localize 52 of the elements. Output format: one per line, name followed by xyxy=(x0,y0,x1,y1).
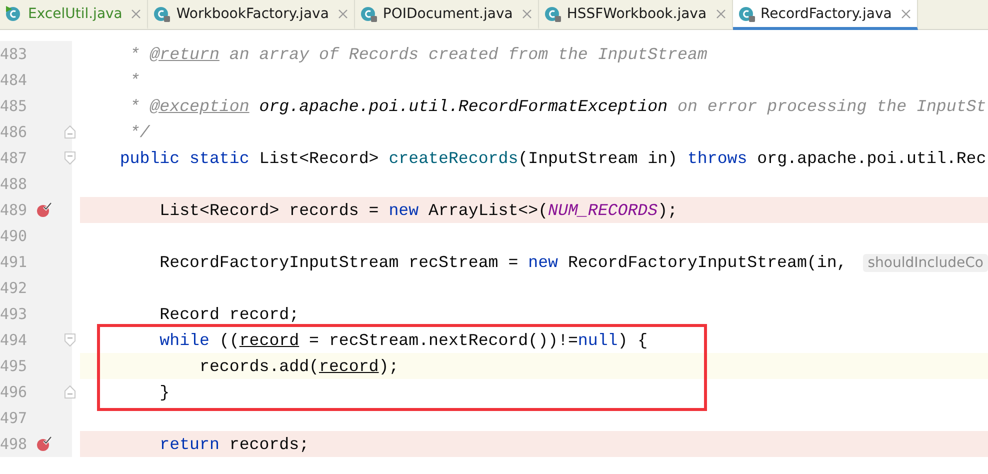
fold-icon[interactable] xyxy=(64,125,76,139)
file-tab[interactable]: POIDocument.java xyxy=(354,0,539,30)
line-number: 485 xyxy=(0,97,27,115)
fold-icon[interactable] xyxy=(64,385,76,399)
line-number: 487 xyxy=(0,149,27,167)
line-number: 497 xyxy=(0,409,27,427)
code-line: List<Record> records = new ArrayList<>(NUM_RECORDS); xyxy=(158,200,678,220)
line-number: 492 xyxy=(0,279,27,297)
code-text: RecordFactoryInputStream(in, xyxy=(566,252,848,272)
locked-class-icon xyxy=(360,4,378,22)
line-number: 498 xyxy=(0,435,27,453)
close-icon[interactable] xyxy=(900,8,911,18)
code-line: * @exception org.apache.poi.util.RecordFormatException on error processing the InputSt xyxy=(128,96,986,116)
code-line: records.add(record); xyxy=(198,356,399,376)
code-line: while ((record = recStream.nextRecord())!=null) { xyxy=(158,330,648,350)
code-line: } xyxy=(158,382,170,402)
close-icon[interactable] xyxy=(131,8,142,18)
line-number: 489 xyxy=(0,201,27,219)
close-icon[interactable] xyxy=(338,8,348,18)
line-number: 491 xyxy=(0,253,27,271)
breakpoint-icon[interactable] xyxy=(36,202,52,218)
code-text: new xyxy=(528,252,558,272)
line-number: 483 xyxy=(0,45,27,63)
line-number: 486 xyxy=(0,123,27,141)
locked-class-icon xyxy=(153,4,172,22)
locked-class-icon xyxy=(544,4,562,22)
line-number: 496 xyxy=(0,383,27,401)
code-line: public static List<Record> createRecords(InputStream in) throws org.apache.poi.util.Rec xyxy=(118,148,986,168)
close-icon[interactable] xyxy=(716,8,726,18)
code-line: * xyxy=(128,70,140,90)
fold-icon[interactable] xyxy=(64,333,76,347)
code-line: return records; xyxy=(158,434,310,454)
line-number: 495 xyxy=(0,357,27,375)
parameter-hint: shouldIncludeCo xyxy=(862,254,988,272)
breakpoint-icon[interactable] xyxy=(36,436,52,452)
file-tab[interactable]: RecordFactory.java xyxy=(732,0,918,30)
code-line: * @return an array of Records created from the InputStream xyxy=(128,44,708,64)
fold-icon[interactable] xyxy=(64,151,76,165)
file-tab[interactable]: ExcelUtil.java xyxy=(0,0,148,30)
runnable-class-icon xyxy=(5,4,23,22)
file-tab[interactable]: WorkbookFactory.java xyxy=(148,0,355,30)
code-line: Record record; xyxy=(158,304,300,324)
close-icon[interactable] xyxy=(522,8,532,18)
line-number: 484 xyxy=(0,71,27,89)
code-line: */ xyxy=(128,122,150,142)
line-number: 490 xyxy=(0,227,27,245)
line-number: 493 xyxy=(0,305,27,323)
locked-class-icon xyxy=(738,4,756,22)
code-text: RecordFactoryInputStream recStream = xyxy=(158,252,520,272)
file-tab[interactable]: HSSFWorkbook.java xyxy=(538,0,733,30)
line-number: 494 xyxy=(0,331,27,349)
line-number: 488 xyxy=(0,175,27,193)
